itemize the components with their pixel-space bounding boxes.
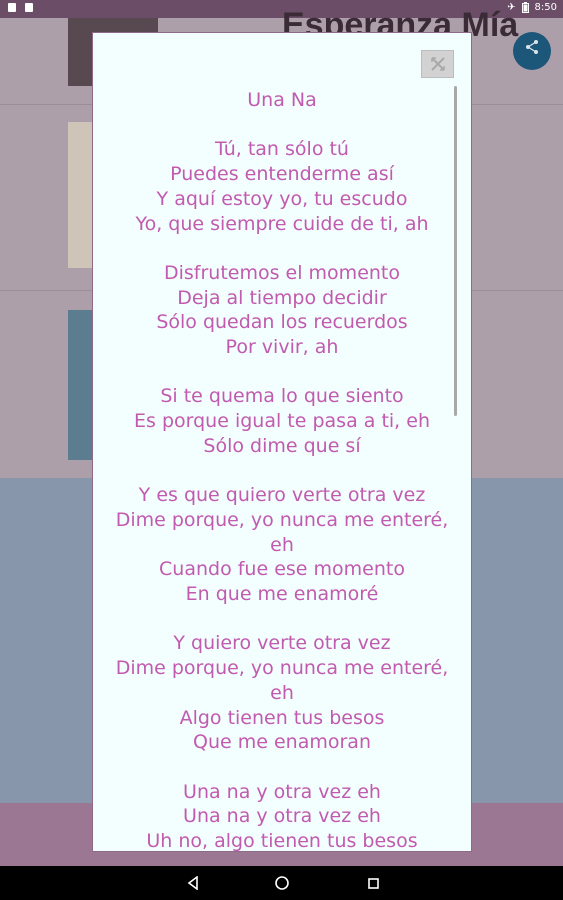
lyrics-line: Por vivir, ah [225, 336, 339, 358]
lyrics-line: eh [270, 533, 294, 556]
status-time: 8:50 [534, 2, 557, 13]
lyrics-stanza: Y es que quiero verte otra vez Dime porqu… [93, 483, 471, 607]
home-button[interactable] [273, 874, 291, 892]
lyrics-dialog: Una Na Tú, tan sólo tú Puedes entenderme … [92, 32, 472, 852]
lyrics-line: Cuando fue ese momento [159, 558, 405, 581]
lyrics-line: Y aquí estoy yo, tu escudo [156, 187, 408, 210]
status-notifications [8, 3, 33, 12]
notification-icon [25, 3, 33, 12]
battery-icon [521, 2, 529, 13]
lyrics-line: Tú, tan sólo tú [215, 138, 349, 161]
lyrics-line: Disfrutemos el momento [163, 261, 400, 284]
back-icon [187, 876, 198, 890]
lyrics-line: Una na y otra vez eh [183, 805, 381, 828]
recents-button[interactable] [364, 874, 382, 892]
lyrics-stanza: Si te quema lo que siento Es porque igual… [93, 384, 471, 458]
lyrics-line: En que me enamoré [185, 583, 379, 605]
recents-icon [367, 877, 379, 889]
lyrics-stanza: Tú, tan sólo tú Puedes entenderme así Y aq… [93, 137, 471, 236]
lyrics-line: Dime porque, yo nunca me enteré, [115, 657, 449, 680]
lyrics-line: Algo tienen tus besos [179, 706, 385, 729]
lyrics-stanza: Y quiero verte otra vez Dime porque, yo n… [93, 631, 471, 755]
lyrics-line: Es porque igual te pasa a ti, eh [134, 410, 430, 433]
share-icon[interactable] [513, 32, 551, 70]
home-icon [275, 876, 289, 890]
lyrics-line: Que me enamoran [193, 731, 371, 754]
navigation-bar [0, 866, 563, 900]
lyrics-text: Una Na Tú, tan sólo tú Puedes entenderme … [93, 88, 471, 852]
lyrics-line: Sólo dime que sí [203, 434, 361, 457]
close-icon [430, 57, 445, 71]
lyrics-line: Y es que quiero verte otra vez [138, 484, 426, 507]
close-button[interactable] [421, 50, 454, 78]
lyrics-line: Una na y otra vez eh [183, 780, 381, 803]
lyrics-line: Y quiero verte otra vez [173, 632, 391, 655]
lyrics-line: Sólo quedan los recuerdos [156, 311, 408, 334]
lyrics-title: Una Na [247, 89, 317, 111]
lyrics-stanza: Disfrutemos el momento Deja al tiempo dec… [93, 261, 471, 360]
lyrics-line: eh [270, 681, 294, 704]
lyrics-line: Puedes entenderme así [170, 163, 394, 186]
back-button[interactable] [184, 874, 202, 892]
list-image[interactable] [68, 122, 94, 268]
lyrics-line: Uh no, algo tienen tus besos [146, 830, 418, 852]
lyrics-line: Si te quema lo que siento [160, 385, 404, 408]
lyrics-line: Deja al tiempo decidir [177, 286, 387, 309]
lyrics-line: Dime porque, yo nunca me enteré, [115, 508, 449, 531]
list-image[interactable] [68, 310, 94, 460]
lyrics-stanza: Una na y otra vez eh Una na y otra vez eh… [93, 780, 471, 852]
lyrics-line: Yo, que siempre cuide de ti, ah [135, 212, 429, 235]
notification-icon [8, 3, 16, 12]
